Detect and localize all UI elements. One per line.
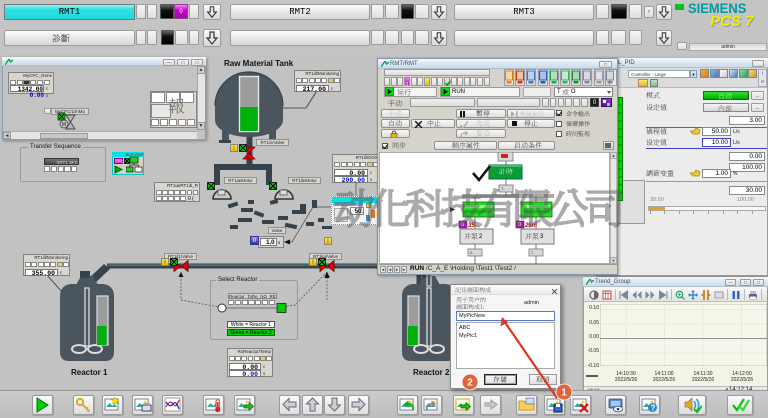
svg-text:1: 1 [561, 388, 567, 399]
svg-text:2: 2 [467, 378, 473, 389]
